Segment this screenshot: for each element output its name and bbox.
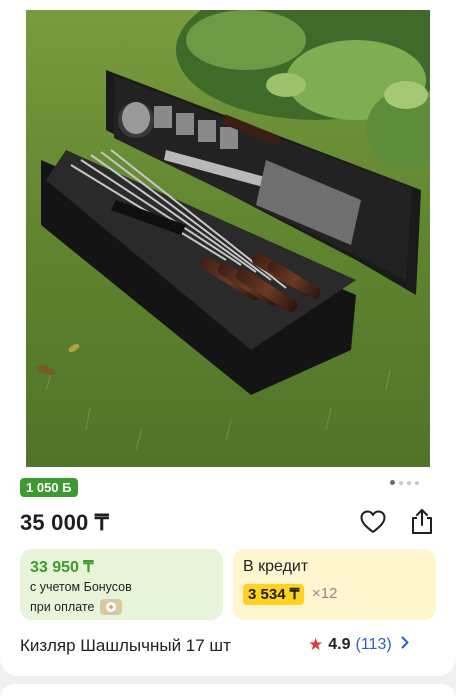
bonus-points-badge: 1 050 Б — [20, 478, 78, 497]
bonus-card-icon — [100, 599, 123, 615]
image-pagination-dots — [390, 480, 419, 485]
credit-title: В кредит — [243, 558, 309, 575]
bonus-caption: с учетом Бонусов — [30, 580, 132, 594]
bonus-payment-text: при оплате — [30, 600, 95, 614]
product-photo-illustration — [26, 10, 430, 467]
share-icon — [412, 509, 432, 534]
bonus-price-box[interactable]: 33 950 ₸ с учетом Бонусов при оплате — [20, 549, 223, 620]
pagination-dot[interactable] — [399, 480, 403, 485]
credit-monthly-price: 3 534 ₸ — [243, 584, 305, 605]
product-title: Кизляр Шашлычный 17 шт — [20, 636, 231, 655]
product-price: 35 000 ₸ — [20, 510, 109, 535]
review-count[interactable]: (113) — [356, 636, 392, 654]
pagination-dot[interactable] — [415, 480, 419, 485]
rating-link[interactable]: ★ 4.9 (113) — [308, 635, 409, 655]
favorite-button[interactable] — [358, 507, 388, 537]
share-button[interactable] — [407, 507, 437, 537]
credit-months: ×12 — [312, 585, 338, 602]
bonus-price: 33 950 ₸ — [30, 559, 94, 576]
product-image[interactable] — [26, 10, 430, 467]
pagination-dot[interactable] — [407, 480, 411, 485]
credit-box[interactable]: В кредит 3 534 ₸ ×12 — [233, 549, 436, 620]
bonus-payment-caption: при оплате — [30, 599, 123, 615]
product-card: 1 050 Б 35 000 ₸ 33 950 ₸ с учетом Бонус… — [0, 0, 456, 676]
star-icon: ★ — [308, 635, 324, 654]
next-section-edge — [0, 684, 456, 699]
pagination-dot-active[interactable] — [390, 480, 395, 485]
heart-icon — [360, 510, 386, 533]
rating-score: 4.9 — [328, 636, 351, 653]
chevron-right-icon — [401, 636, 409, 654]
